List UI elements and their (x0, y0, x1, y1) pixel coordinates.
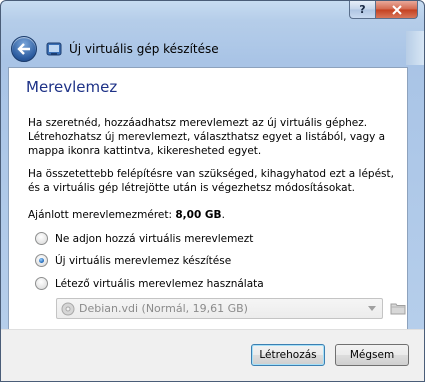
radio-existing-disk-label: Létező virtuális merevlemez használata (55, 277, 264, 290)
radio-no-disk-label: Ne adjon hozzá virtuális merevlemezt (55, 232, 254, 245)
choose-disk-folder-button[interactable] (389, 299, 407, 317)
page-title: Merevlemez (26, 78, 118, 96)
close-icon (391, 4, 402, 15)
cancel-button[interactable]: Mégsem (335, 344, 409, 366)
radio-existing-disk[interactable]: Létező virtuális merevlemez használata (35, 277, 264, 290)
folder-icon (390, 303, 406, 315)
close-button[interactable] (375, 1, 418, 19)
back-button[interactable] (11, 36, 37, 62)
recommended-size-value: 8,00 GB (175, 209, 222, 221)
radio-new-disk-control[interactable] (35, 254, 48, 267)
hard-disk-icon (61, 302, 75, 315)
wizard-window: ? Új virtuális gép készítése Merevlemez … (0, 0, 425, 382)
window-title: Új virtuális gép készítése (69, 42, 219, 56)
virtualbox-icon (46, 42, 62, 56)
wizard-header: Új virtuális gép készítése (1, 31, 408, 67)
chevron-down-icon[interactable] (366, 299, 378, 318)
recommended-size: Ajánlott merevlemezméret: 8,00 GB. (28, 209, 225, 221)
caption-buttons: ? (349, 1, 418, 19)
recommended-size-suffix: . (221, 209, 225, 221)
window-frame-edge (406, 31, 424, 65)
recommended-size-label: Ajánlott merevlemezméret: (28, 209, 173, 221)
intro-paragraph: Ha szeretnéd, hozzáadhatsz merevlemezt a… (28, 117, 386, 157)
help-button[interactable]: ? (349, 1, 375, 19)
radio-new-disk[interactable]: Új virtuális merevlemez készítése (35, 254, 231, 267)
create-button[interactable]: Létrehozás (251, 344, 325, 366)
radio-new-disk-label: Új virtuális merevlemez készítése (55, 254, 232, 267)
existing-disk-value: Debian.vdi (Normál, 19,61 GB) (79, 302, 248, 315)
radio-no-disk-control[interactable] (35, 232, 48, 245)
help-icon: ? (359, 3, 366, 16)
note-paragraph: Ha összetettebb felépítésre van szüksége… (28, 168, 394, 194)
radio-existing-disk-control[interactable] (35, 277, 48, 290)
existing-disk-select[interactable]: Debian.vdi (Normál, 19,61 GB) (56, 298, 383, 319)
back-arrow-icon (17, 43, 30, 55)
radio-no-disk[interactable]: Ne adjon hozzá virtuális merevlemezt (35, 232, 253, 245)
